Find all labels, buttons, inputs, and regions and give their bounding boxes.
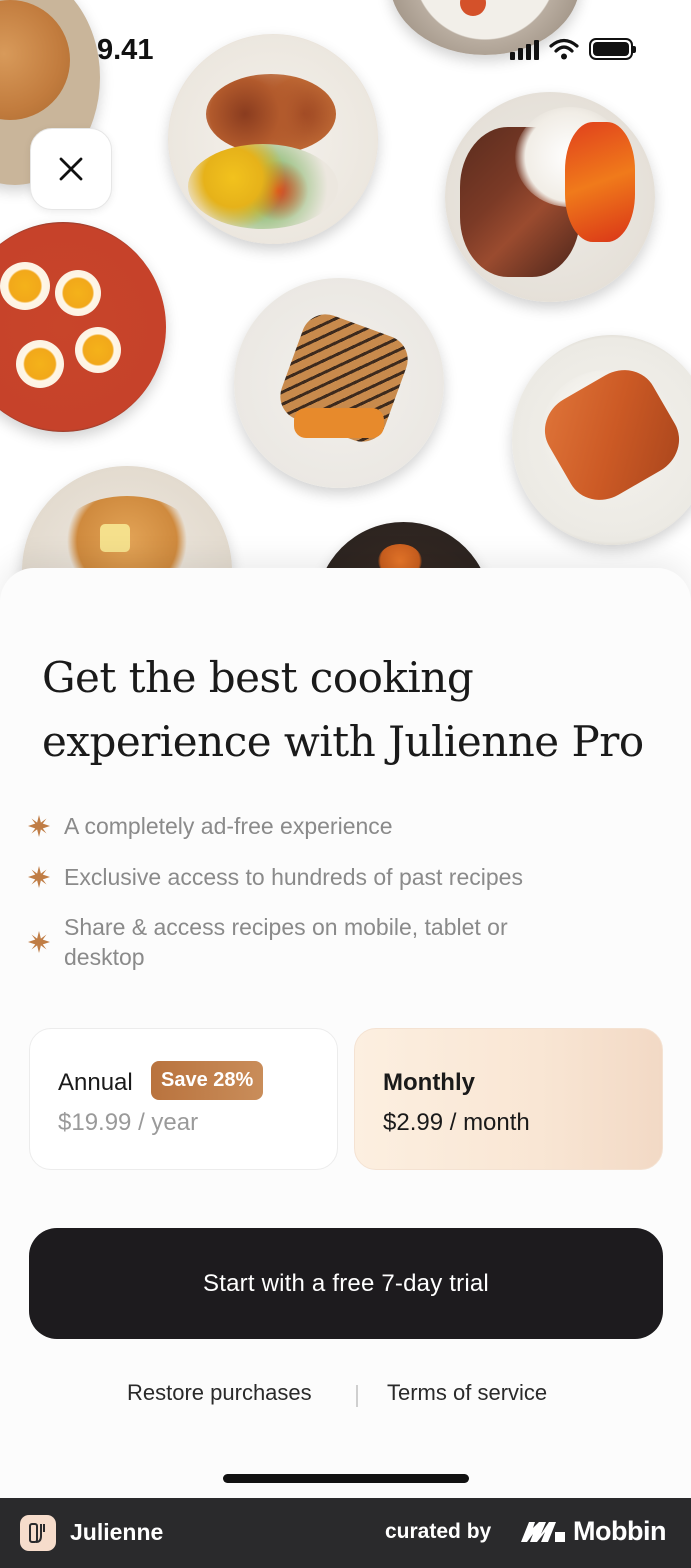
attribution-bar: Julienne curated by Mobbin [0, 1498, 691, 1568]
restore-purchases-link[interactable]: Restore purchases [127, 1380, 312, 1406]
plate-salmon-image [512, 335, 691, 545]
status-bar: 9.41 [0, 0, 691, 100]
link-divider [356, 1385, 358, 1407]
close-button[interactable] [30, 128, 112, 210]
feature-text: Share & access recipes on mobile, tablet… [64, 914, 508, 970]
mobbin-logo-icon [521, 1521, 565, 1542]
julienne-logo-icon [29, 1523, 45, 1543]
start-trial-button[interactable]: Start with a free 7-day trial [29, 1228, 663, 1339]
wifi-icon [549, 38, 579, 60]
plate-steak-image [445, 92, 655, 302]
plan-annual-option[interactable]: Annual Save 28% $19.99 / year [29, 1028, 338, 1170]
plan-price: $19.99 / year [58, 1109, 199, 1136]
curated-by-label: curated by [385, 1520, 492, 1543]
plate-sandwich-image [234, 278, 444, 488]
cellular-signal-icon [510, 38, 539, 60]
app-name: Julienne [70, 1519, 164, 1545]
savings-badge: Save 28% [151, 1061, 264, 1100]
sparkle-bullet-icon [28, 866, 64, 888]
feature-item: Share & access recipes on mobile, tablet… [28, 912, 544, 972]
plan-monthly-option[interactable]: Monthly $2.99 / month [354, 1028, 663, 1170]
feature-text: Exclusive access to hundreds of past rec… [64, 864, 523, 890]
mobbin-wordmark: Mobbin [573, 1516, 666, 1546]
plan-name: Annual [58, 1069, 133, 1096]
terms-of-service-link[interactable]: Terms of service [387, 1380, 547, 1406]
battery-icon [589, 38, 636, 60]
paywall-headline: Get the best cooking experience with Jul… [42, 653, 644, 766]
app-icon [20, 1515, 56, 1551]
mobbin-brand: Mobbin [519, 1516, 666, 1547]
sparkle-bullet-icon [28, 815, 64, 837]
home-indicator [223, 1474, 469, 1483]
plate-shakshuka-image [0, 222, 166, 432]
sparkle-bullet-icon [28, 931, 64, 953]
close-icon [59, 157, 83, 181]
status-time: 9.41 [97, 34, 154, 66]
plan-price: $2.99 / month [383, 1109, 530, 1136]
feature-text: A completely ad-free experience [64, 813, 393, 839]
status-icons [510, 38, 636, 60]
footer-links: Restore purchases Terms of service [0, 1380, 691, 1414]
feature-item: A completely ad-free experience [28, 811, 564, 841]
plan-name: Monthly [383, 1069, 475, 1096]
feature-item: Exclusive access to hundreds of past rec… [28, 862, 624, 892]
